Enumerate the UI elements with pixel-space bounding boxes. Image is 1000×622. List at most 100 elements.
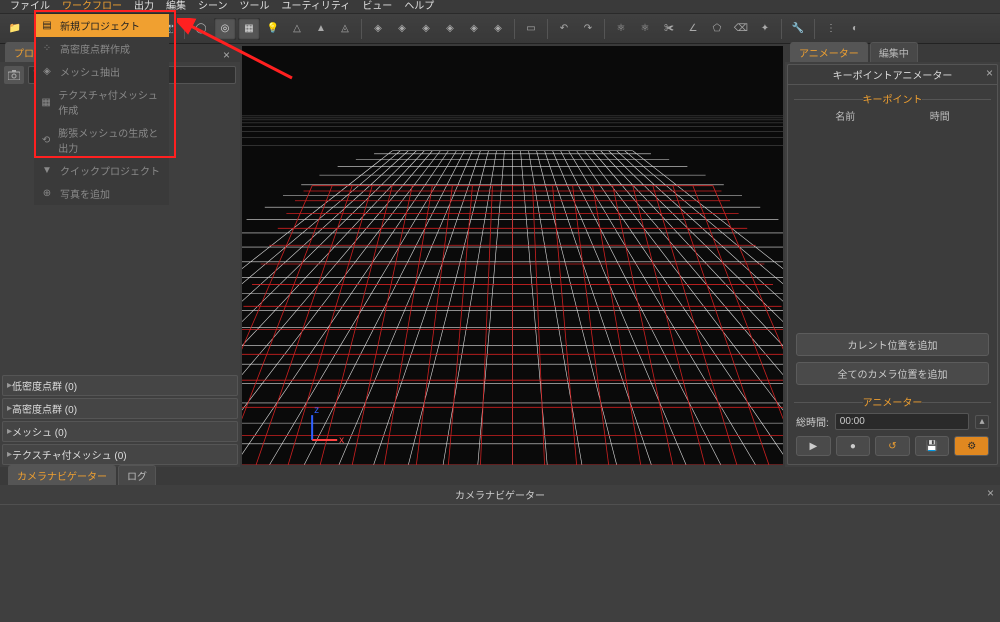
tab-camera-nav[interactable]: カメラナビゲーター (8, 465, 116, 485)
menu-item-label: 新規プロジェクト (60, 18, 140, 33)
menu-item-label: 高密度点群作成 (60, 41, 130, 56)
panel-title: キーポイントアニメーター (833, 71, 953, 82)
redo-icon[interactable]: ↷ (577, 18, 599, 40)
mask-icon[interactable]: ◐ (844, 18, 866, 40)
col-name: 名前 (798, 108, 893, 123)
cube4-icon[interactable]: ◈ (439, 18, 461, 40)
bottom-title: カメラナビゲーター (455, 491, 545, 502)
svg-text:z: z (314, 405, 319, 416)
close-icon[interactable]: × (986, 66, 993, 80)
add-current-button[interactable]: カレント位置を追加 (796, 333, 989, 356)
cube1-icon[interactable]: ◈ (367, 18, 389, 40)
angle-icon[interactable]: ∠ (682, 18, 704, 40)
col-time: 時間 (893, 108, 988, 123)
up-down-icon[interactable]: ▴ (975, 415, 989, 429)
right-panel: アニメーター 編集中 キーポイントアニメーター × キーポイント 名前 時間 カ… (785, 44, 1000, 467)
close-icon[interactable]: × (219, 48, 234, 62)
folder-icon[interactable]: 📁 (4, 18, 26, 40)
row-mesh[interactable]: ▸メッシュ (0) (2, 421, 238, 442)
total-time-label: 総時間: (796, 414, 829, 429)
menu-item-addphoto[interactable]: ⊕ 写真を追加 (34, 182, 169, 205)
menu-scene[interactable]: シーン (192, 0, 234, 14)
separator (514, 19, 515, 39)
keypoint-list[interactable] (794, 125, 991, 328)
cube2-icon[interactable]: ◈ (391, 18, 413, 40)
menu-view[interactable]: ビュー (356, 0, 398, 14)
menu-item-label: クイックプロジェクト (60, 163, 160, 178)
undo-icon[interactable]: ↶ (553, 18, 575, 40)
atom2-icon[interactable]: ⚛ (634, 18, 656, 40)
menu-item-texmesh[interactable]: ▦ テクスチャ付メッシュ作成 (34, 83, 169, 121)
row-texmesh[interactable]: ▸テクスチャ付メッシュ (0) (2, 444, 238, 465)
dots-icon[interactable]: ⋮ (820, 18, 842, 40)
tab-editing[interactable]: 編集中 (870, 42, 918, 62)
bottom-panel: カメラナビゲーター ログ カメラナビゲーター × (0, 467, 1000, 622)
cube5-icon[interactable]: ◈ (463, 18, 485, 40)
menu-edit[interactable]: 編集 (160, 0, 192, 14)
sparse-icon: ⁘ (40, 42, 54, 56)
menu-bar: ファイル ワークフロー 出力 編集 シーン ツール ユーティリティ ビュー ヘル… (0, 0, 1000, 14)
tri3-icon[interactable]: ◬ (334, 18, 356, 40)
menu-item-label: メッシュ抽出 (60, 64, 120, 79)
separator (604, 19, 605, 39)
menu-utility[interactable]: ユーティリティ (276, 0, 357, 14)
menu-item-label: テクスチャ付メッシュ作成 (58, 87, 163, 117)
menu-tool[interactable]: ツール (234, 0, 276, 14)
menu-item-sparse[interactable]: ⁘ 高密度点群作成 (34, 37, 169, 60)
cube3-icon[interactable]: ◈ (415, 18, 437, 40)
menu-item-regen[interactable]: ⟲ 膨張メッシュの生成と出力 (34, 121, 169, 159)
orbit-icon[interactable]: ◯ (190, 18, 212, 40)
wrench-icon[interactable]: 🔧 (787, 18, 809, 40)
menu-item-label: 膨張メッシュの生成と出力 (58, 125, 163, 155)
menu-item-doc[interactable]: ▤ 新規プロジェクト (34, 14, 169, 37)
loop-button[interactable]: ↺ (875, 436, 910, 456)
menu-item-quick[interactable]: ▼ クイックプロジェクト (34, 159, 169, 182)
play-button[interactable]: ▶ (796, 436, 831, 456)
section-keypoint: キーポイント (794, 91, 991, 106)
atom-icon[interactable]: ⚛ (610, 18, 632, 40)
total-time-value: 00:00 (835, 413, 969, 430)
settings-button[interactable]: ⚙ (954, 436, 989, 456)
quick-icon: ▼ (40, 164, 54, 178)
separator (781, 19, 782, 39)
target-icon[interactable]: ◎ (214, 18, 236, 40)
add-all-cameras-button[interactable]: 全てのカメラ位置を追加 (796, 362, 989, 385)
tab-log[interactable]: ログ (118, 465, 156, 485)
separator (547, 19, 548, 39)
texmesh-icon: ▦ (40, 95, 52, 109)
addphoto-icon: ⊕ (40, 187, 54, 201)
tab-animator[interactable]: アニメーター (790, 42, 868, 62)
row-dense[interactable]: ▸高密度点群 (0) (2, 398, 238, 419)
tri2-icon[interactable]: ▲ (310, 18, 332, 40)
property-list: ▸低密度点群 (0) ▸高密度点群 (0) ▸メッシュ (0) ▸テクスチャ付メ… (0, 373, 240, 467)
erase-icon[interactable]: ⌫ (730, 18, 752, 40)
menu-help[interactable]: ヘルプ (398, 0, 440, 14)
window-icon[interactable]: ▭ (520, 18, 542, 40)
scissors-icon[interactable]: ✀ (658, 18, 680, 40)
menu-file[interactable]: ファイル (4, 0, 56, 14)
menu-item-label: 写真を追加 (60, 186, 110, 201)
save-button[interactable]: 💾 (915, 436, 950, 456)
tri-icon[interactable]: △ (286, 18, 308, 40)
star-icon[interactable]: ✦ (754, 18, 776, 40)
poly-icon[interactable]: ⬠ (706, 18, 728, 40)
doc-icon: ▤ (40, 19, 54, 33)
3d-viewport[interactable]: z x (242, 46, 783, 465)
close-icon[interactable]: × (987, 486, 994, 500)
camera-icon[interactable] (4, 66, 24, 84)
menu-item-mesh[interactable]: ◈ メッシュ抽出 (34, 60, 169, 83)
row-sparse[interactable]: ▸低密度点群 (0) (2, 375, 238, 396)
menu-output[interactable]: 出力 (128, 0, 160, 14)
cube6-icon[interactable]: ◈ (487, 18, 509, 40)
mesh-icon: ◈ (40, 65, 54, 79)
separator (184, 19, 185, 39)
bulb-icon[interactable]: 💡 (262, 18, 284, 40)
separator (361, 19, 362, 39)
separator (814, 19, 815, 39)
svg-text:x: x (339, 435, 344, 446)
workflow-menu: ▤ 新規プロジェクト ⁘ 高密度点群作成 ◈ メッシュ抽出 ▦ テクスチャ付メッシュ作成 ⟲ 膨張… (34, 14, 169, 205)
menu-workflow[interactable]: ワークフロー (56, 0, 128, 14)
grid-icon[interactable]: ▦ (238, 18, 260, 40)
record-button[interactable]: ● (836, 436, 871, 456)
regen-icon: ⟲ (40, 133, 52, 147)
